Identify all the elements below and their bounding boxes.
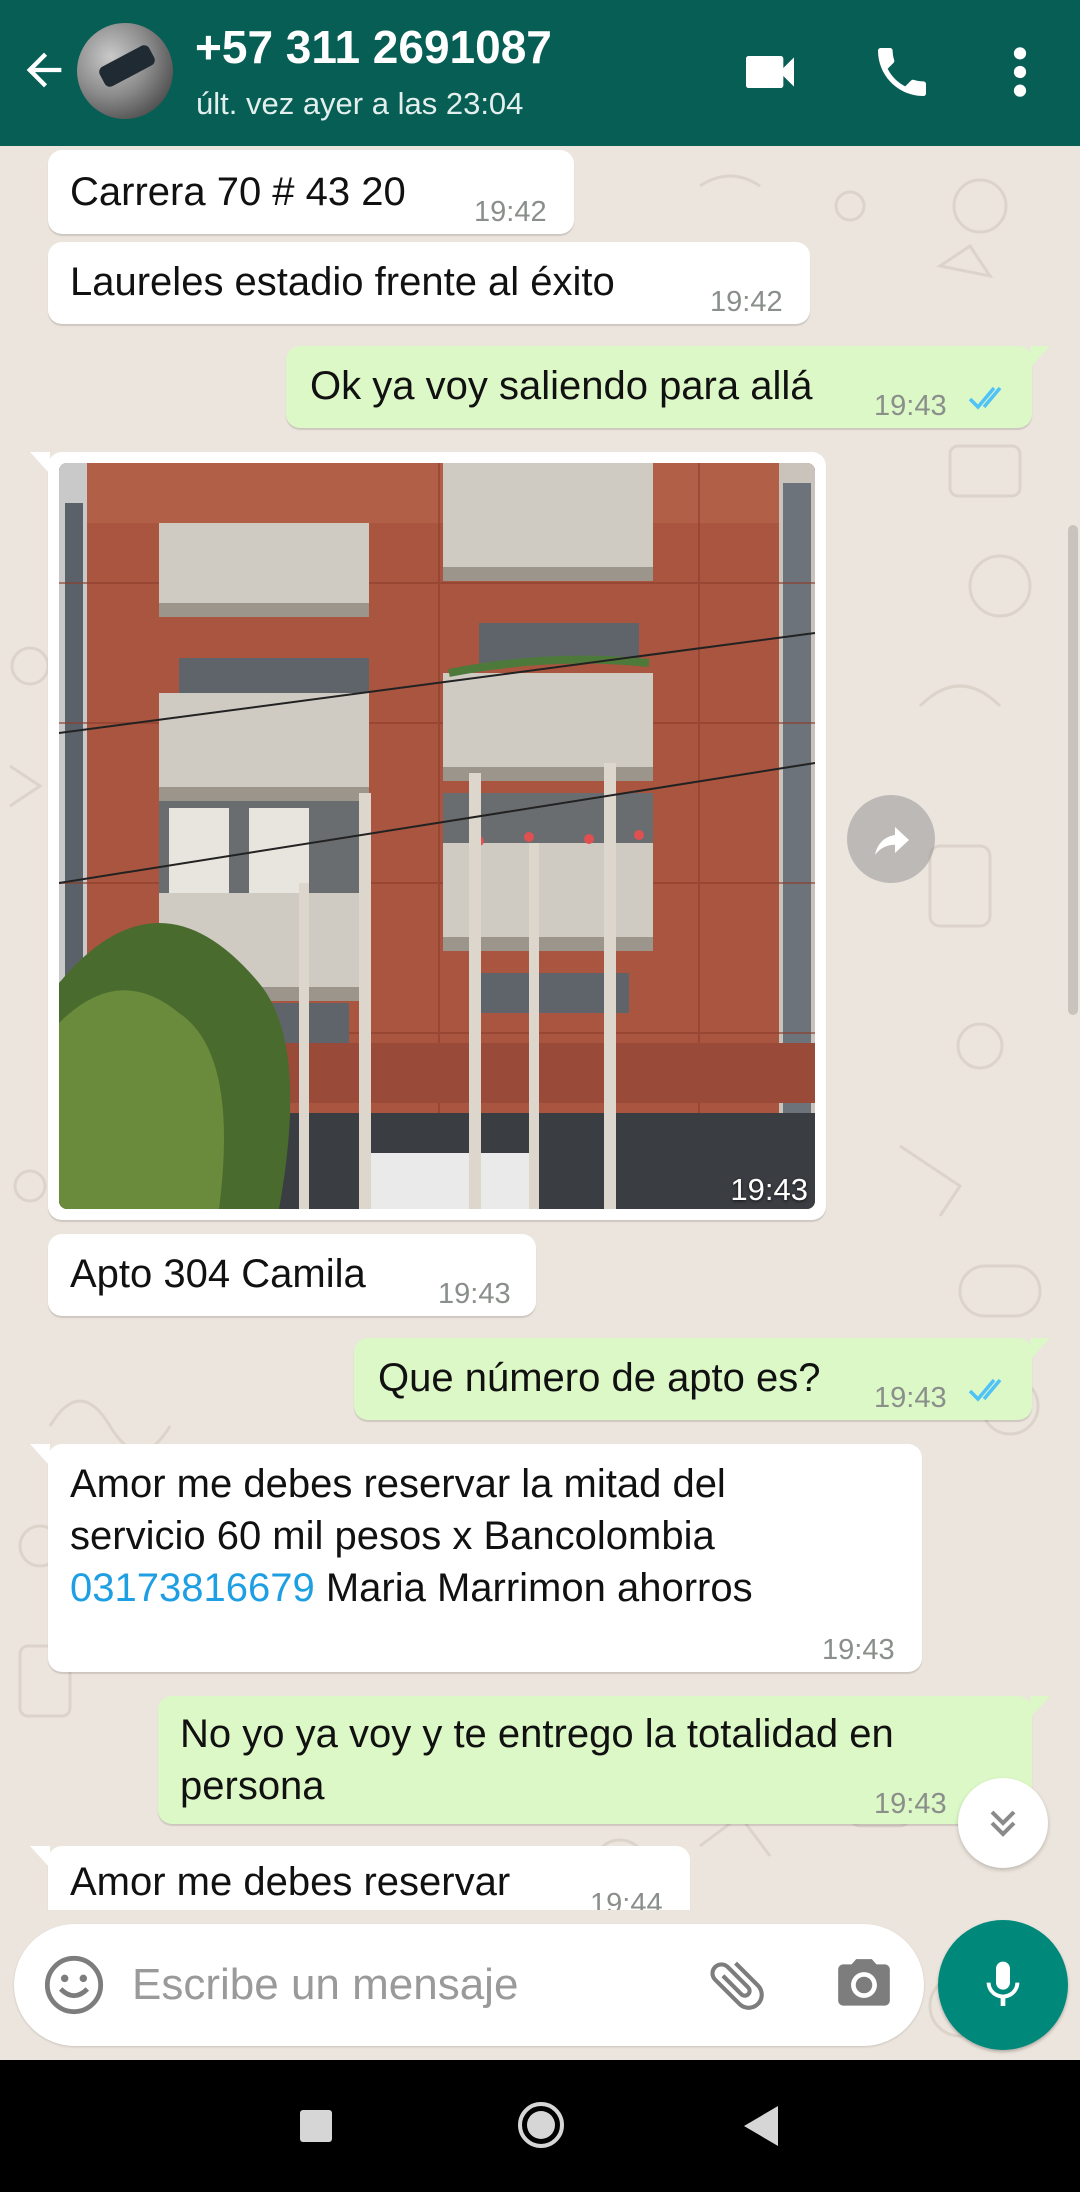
message-text: Que número de apto es? bbox=[378, 1356, 821, 1400]
read-ticks-icon bbox=[968, 1378, 1002, 1402]
read-ticks-icon bbox=[968, 386, 1002, 410]
message-time: 19:43 bbox=[874, 1788, 947, 1820]
system-navigation-bar bbox=[0, 2060, 1080, 2192]
recent-apps-button[interactable] bbox=[300, 2110, 332, 2142]
message-text: Ok ya voy saliendo para allá bbox=[310, 364, 813, 408]
camera-icon[interactable] bbox=[832, 1954, 896, 2016]
message-line: No yo ya voy y te entrego la totalidad e… bbox=[180, 1712, 894, 1756]
message-text: Apto 304 Camila bbox=[70, 1252, 366, 1296]
message-line: 03173816679 Maria Marrimon ahorros bbox=[70, 1562, 753, 1614]
message-time: 19:42 bbox=[710, 286, 783, 318]
message-line: servicio 60 mil pesos x Bancolombia bbox=[70, 1514, 715, 1558]
outgoing-message[interactable]: Ok ya voy saliendo para allá 19:43 bbox=[286, 346, 1050, 428]
incoming-message[interactable]: Apto 304 Camila 19:43 bbox=[48, 1234, 536, 1316]
outgoing-message[interactable]: No yo ya voy y te entrego la totalidad e… bbox=[158, 1696, 1050, 1824]
message-time: 19:43 bbox=[874, 390, 947, 422]
incoming-message[interactable]: Laureles estadio frente al éxito 19:42 bbox=[48, 242, 810, 324]
partial-message-clip: Amor me debes reservar 19:44 bbox=[0, 1840, 1080, 1910]
message-time: 19:43 bbox=[822, 1634, 895, 1666]
message-composer bbox=[14, 1924, 924, 2046]
scrollbar[interactable] bbox=[1068, 525, 1078, 1015]
message-text: Maria Marrimon ahorros bbox=[314, 1566, 753, 1610]
message-text: Amor me debes reservar bbox=[70, 1860, 511, 1904]
scroll-down-button[interactable] bbox=[958, 1778, 1048, 1868]
home-button[interactable] bbox=[516, 2100, 566, 2150]
message-text: Carrera 70 # 43 20 bbox=[70, 170, 406, 214]
outgoing-message[interactable]: Que número de apto es? 19:43 bbox=[354, 1338, 1050, 1420]
image-message[interactable]: 19:43 bbox=[30, 452, 826, 1220]
forward-button[interactable] bbox=[847, 795, 935, 883]
emoji-icon[interactable] bbox=[42, 1953, 106, 2017]
message-text: Laureles estadio frente al éxito bbox=[70, 260, 615, 304]
phone-number-link[interactable]: 03173816679 bbox=[70, 1566, 315, 1610]
message-time: 19:44 bbox=[590, 1888, 663, 1910]
voice-record-button[interactable] bbox=[938, 1920, 1068, 2050]
message-time: 19:43 bbox=[438, 1278, 511, 1310]
back-nav-button[interactable] bbox=[740, 2104, 782, 2148]
message-line: Amor me debes reservar la mitad del bbox=[70, 1462, 726, 1506]
building-photo[interactable] bbox=[59, 463, 815, 1209]
message-line: persona bbox=[180, 1764, 325, 1808]
image-time: 19:43 bbox=[730, 1172, 808, 1207]
message-time: 19:43 bbox=[874, 1382, 947, 1414]
attach-icon[interactable] bbox=[704, 1952, 770, 2018]
incoming-message[interactable]: Amor me debes reservar 19:44 bbox=[30, 1846, 690, 1910]
forward-icon bbox=[875, 827, 909, 855]
incoming-message[interactable]: Carrera 70 # 43 20 19:42 bbox=[48, 150, 574, 234]
scroll-down-icon bbox=[990, 1810, 1016, 1837]
message-input[interactable] bbox=[132, 1946, 692, 2024]
mic-icon bbox=[986, 1961, 1020, 2006]
message-time: 19:42 bbox=[474, 196, 547, 228]
incoming-message[interactable]: Amor me debes reservar la mitad del serv… bbox=[30, 1444, 922, 1672]
chat-messages[interactable]: Carrera 70 # 43 20 19:42 Laureles estadi… bbox=[0, 0, 1080, 1910]
